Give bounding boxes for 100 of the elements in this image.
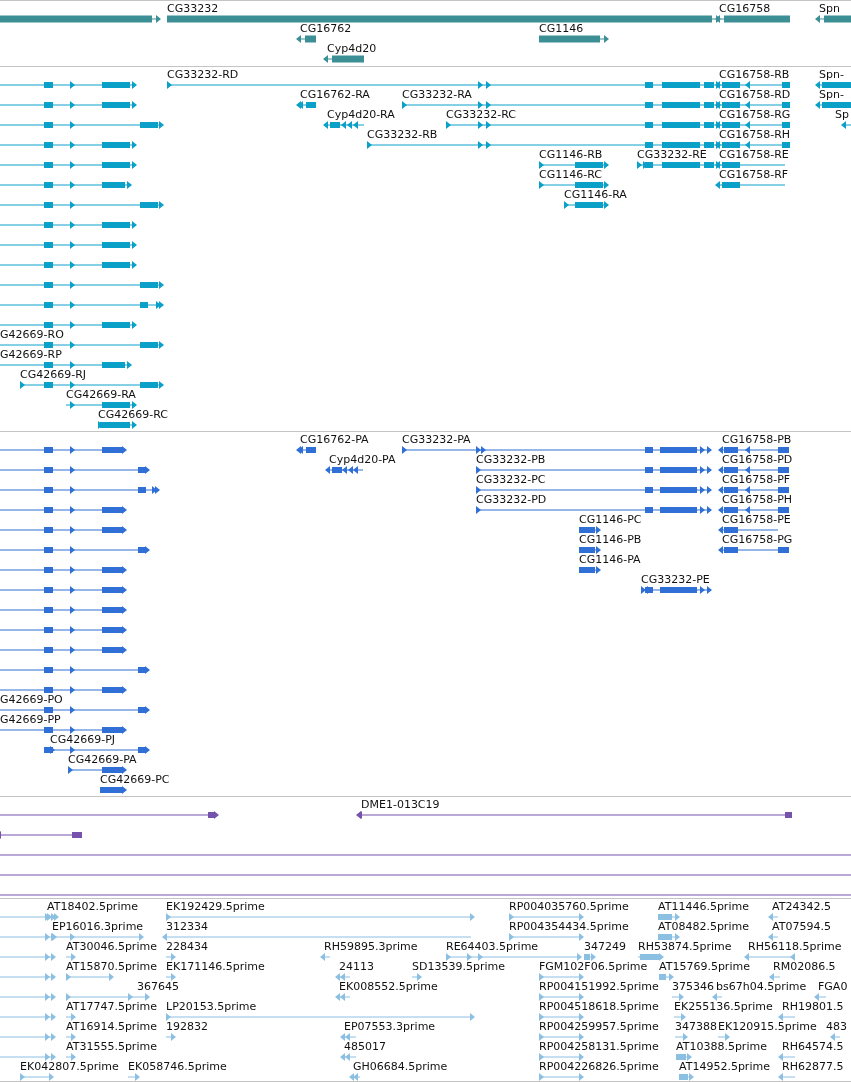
feature-label: G42669-RP xyxy=(0,349,62,361)
feature-label: DME1-013C19 xyxy=(361,799,440,811)
feature-label: AT24342.5 xyxy=(772,901,831,913)
feature-label: CG1146-PA xyxy=(579,554,641,566)
feature-label: CG16758-RD xyxy=(719,89,791,101)
feature-glyph xyxy=(840,120,851,130)
feature-label: CG16758-PF xyxy=(722,474,791,486)
feature-label: LP20153.5prime xyxy=(166,1001,257,1013)
feature-label: RH64574.5 xyxy=(782,1041,844,1053)
feature-label: AT31555.5prime xyxy=(66,1041,157,1053)
feature-label: FGM102F06.5prime xyxy=(539,961,648,973)
feature-glyph xyxy=(0,1012,57,1022)
feature-label: CG42669-PC xyxy=(100,774,170,786)
feature-label: Sp xyxy=(835,109,849,121)
feature-label: 312334 xyxy=(166,921,208,933)
feature-label: RP004258131.5prime xyxy=(539,1041,659,1053)
feature-label: RP004518618.5prime xyxy=(539,1001,659,1013)
feature-label: CG16758-PH xyxy=(722,494,793,506)
feature-glyph xyxy=(0,992,57,1002)
feature-label: CG1146-RC xyxy=(539,169,602,181)
feature-label: FGA0 xyxy=(818,981,848,993)
feature-label: Cyp4d20 xyxy=(327,43,377,55)
feature-label: RE64403.5prime xyxy=(446,941,539,953)
feature-label: CG42669-PJ xyxy=(50,734,116,746)
feature-glyph xyxy=(0,1032,57,1042)
feature-label: AT14952.5prime xyxy=(679,1061,770,1073)
feature-label: CG33232-RD xyxy=(167,69,239,81)
feature-label: EP16016.3prime xyxy=(52,921,144,933)
feature-label: CG33232 xyxy=(167,3,219,15)
feature-label: CG16758-PB xyxy=(722,434,792,446)
feature-label: EK192429.5prime xyxy=(166,901,265,913)
feature-label: CG33232-PE xyxy=(641,574,710,586)
feature-glyph xyxy=(0,1052,57,1062)
feature-label: CG16758 xyxy=(719,3,771,15)
feature-label: CG16762-PA xyxy=(300,434,369,446)
feature-label: AT17747.5prime xyxy=(66,1001,157,1013)
feature-label: RP004354434.5prime xyxy=(509,921,629,933)
feature-label: SD13539.5prime xyxy=(412,961,505,973)
feature-label: Cyp4d20-RA xyxy=(327,109,395,121)
feature-label: EK120915.5prime xyxy=(718,1021,817,1033)
feature-label: G42669-PO xyxy=(0,694,63,706)
feature-label: EK058746.5prime xyxy=(128,1061,227,1073)
feature-label: AT10388.5prime xyxy=(676,1041,767,1053)
feature-label: 367645 xyxy=(137,981,179,993)
feature-label: CG16758-PG xyxy=(722,534,793,546)
feature-label: CG1146-PC xyxy=(579,514,642,526)
feature-label: RP004151992.5prime xyxy=(539,981,659,993)
feature-label: EK042807.5prime xyxy=(20,1061,119,1073)
feature-glyph xyxy=(0,952,57,962)
feature-label: CG1146-RA xyxy=(564,189,627,201)
feature-label: 347388 xyxy=(675,1021,717,1033)
feature-glyph xyxy=(814,14,851,24)
feature-label: GH06684.5prime xyxy=(353,1061,448,1073)
feature-glyph xyxy=(0,972,57,982)
feature-label: CG1146-RB xyxy=(539,149,603,161)
feature-label: RH59895.3prime xyxy=(324,941,418,953)
feature-label: CG42669-RA xyxy=(66,389,136,401)
feature-label: G42669-RO xyxy=(0,329,64,341)
feature-label: EK255136.5prime xyxy=(674,1001,773,1013)
feature-label: CG16758-RE xyxy=(719,149,789,161)
feature-label: CG33232-PB xyxy=(476,454,546,466)
feature-label: CG1146-PB xyxy=(579,534,642,546)
feature-label: 483 xyxy=(826,1021,847,1033)
feature-label: AT11446.5prime xyxy=(658,901,749,913)
feature-label: 485017 xyxy=(344,1041,386,1053)
feature-label: CG16758-PE xyxy=(722,514,791,526)
feature-label: CG33232-PA xyxy=(402,434,471,446)
feature-label: 375346 xyxy=(672,981,714,993)
feature-label: RH19801.5 xyxy=(782,1001,844,1013)
feature-label: CG33232-RB xyxy=(367,129,438,141)
feature-label: EK008552.5prime xyxy=(339,981,438,993)
feature-label: EP07553.3prime xyxy=(344,1021,436,1033)
feature-label: CG33232-PD xyxy=(476,494,547,506)
feature-label: bs67h04.5prime xyxy=(716,981,807,993)
feature-label: AT15769.5prime xyxy=(659,961,750,973)
feature-glyph xyxy=(814,100,851,110)
feature-glyph xyxy=(814,80,851,90)
feature-label: CG16758-PD xyxy=(722,454,793,466)
feature-label: RP004226826.5prime xyxy=(539,1061,659,1073)
feature-label: RP004035760.5prime xyxy=(509,901,629,913)
feature-label: CG16762 xyxy=(300,23,352,35)
feature-label: AT18402.5prime xyxy=(47,901,138,913)
feature-label: CG16758-RG xyxy=(719,109,791,121)
feature-label: AT30046.5prime xyxy=(66,941,157,953)
feature-label: 24113 xyxy=(339,961,374,973)
feature-label: CG42669-PA xyxy=(68,754,137,766)
feature-label: RM02086.5 xyxy=(773,961,836,973)
feature-label: Cyp4d20-PA xyxy=(329,454,396,466)
feature-label: RH56118.5prime xyxy=(748,941,842,953)
feature-label: CG1146 xyxy=(539,23,584,35)
feature-label: RP004259957.5prime xyxy=(539,1021,659,1033)
feature-label: Spn- xyxy=(819,89,844,101)
feature-label: CG16758-RF xyxy=(719,169,789,181)
feature-label: CG42669-RC xyxy=(98,409,168,421)
feature-label: 347249 xyxy=(584,941,626,953)
feature-label: CG33232-RA xyxy=(402,89,472,101)
feature-label: CG33232-RC xyxy=(446,109,516,121)
feature-label: G42669-PP xyxy=(0,714,61,726)
feature-label: AT16914.5prime xyxy=(66,1021,157,1033)
feature-label: RH62877.5 xyxy=(782,1061,844,1073)
